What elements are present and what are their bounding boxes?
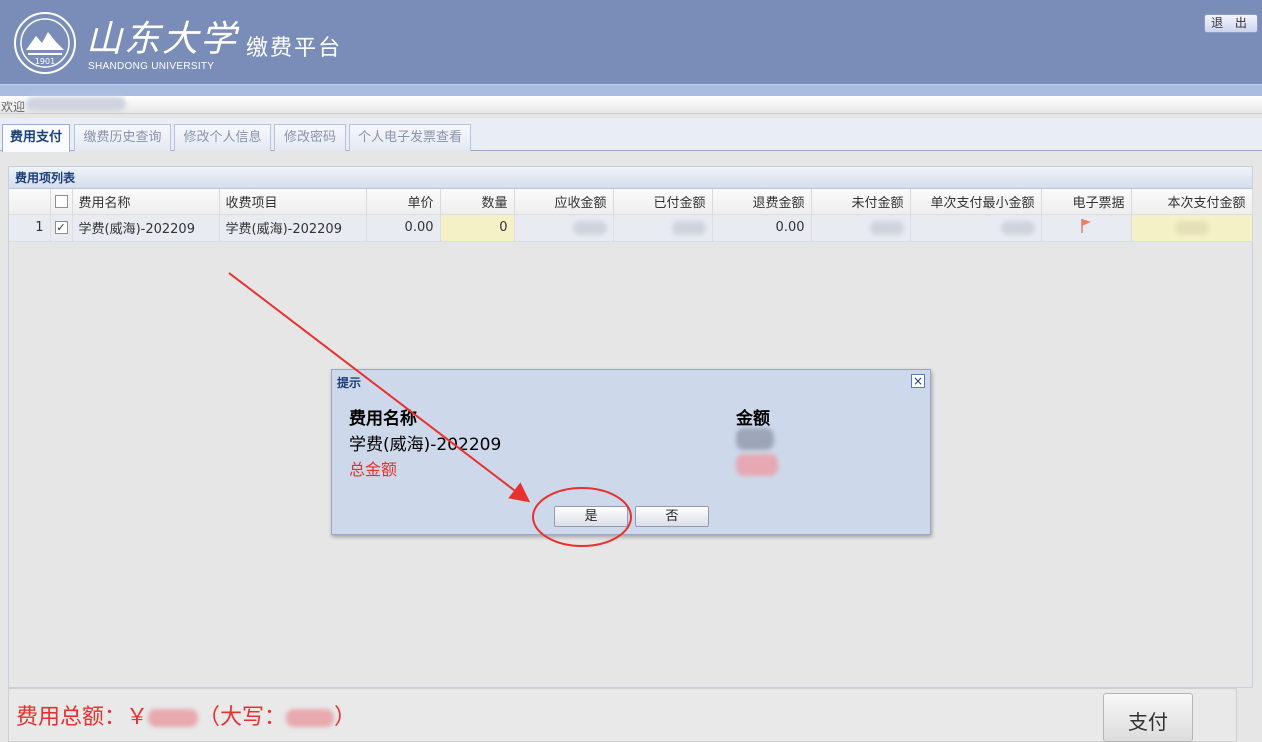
- redacted-item-amount: [736, 428, 774, 450]
- close-icon[interactable]: ×: [911, 374, 925, 388]
- select-all-checkbox[interactable]: [54, 194, 68, 208]
- header-charge-item[interactable]: 收费项目: [219, 189, 367, 215]
- redacted-value: [1000, 220, 1035, 235]
- total-footer: 费用总额：￥ （大写： ）: [8, 688, 1237, 742]
- tab-payment-history[interactable]: 缴费历史查询: [74, 124, 171, 151]
- cell-receivable: [514, 214, 614, 242]
- tab-e-invoice[interactable]: 个人电子发票查看: [349, 124, 471, 151]
- redacted-username: [26, 97, 126, 111]
- redacted-uppercase-total: [286, 709, 335, 727]
- dialog-col-amount: 金额: [736, 409, 770, 429]
- cell-quantity[interactable]: 0: [440, 214, 515, 242]
- header-row-number: [9, 189, 51, 215]
- total-prefix: 费用总额：￥: [16, 705, 149, 730]
- confirm-dialog: 提示 × 费用名称 金额 学费(威海)-202209 总金额 是 否: [331, 369, 931, 535]
- flag-icon[interactable]: [1079, 218, 1093, 234]
- tab-bar: 费用支付 缴费历史查询 修改个人信息 修改密码 个人电子发票查看: [0, 118, 1262, 152]
- cell-e-receipt[interactable]: [1041, 214, 1132, 242]
- tab-fee-payment[interactable]: 费用支付: [2, 124, 70, 152]
- header-paid[interactable]: 已付金额: [613, 189, 713, 215]
- pay-button[interactable]: 支付: [1103, 693, 1193, 742]
- dialog-title: 提示: [337, 376, 362, 390]
- brand-english-name: SHANDONG UNIVERSITY: [88, 61, 215, 72]
- uppercase-open: （大写：: [198, 705, 287, 730]
- brand-chinese-name: 山东大学: [86, 19, 239, 60]
- redacted-value: [1174, 220, 1209, 235]
- university-seal-logo: 1901: [14, 12, 76, 74]
- header-refund[interactable]: 退费金额: [712, 189, 812, 215]
- table-row[interactable]: 1 ✓ 学费(威海)-202209 学费(威海)-202209 0.00 0 0…: [9, 214, 1253, 242]
- dialog-item-name: 学费(威海)-202209: [349, 435, 502, 455]
- redacted-total-amount: [736, 454, 778, 476]
- cell-unpaid: [811, 214, 911, 242]
- tab-edit-profile[interactable]: 修改个人信息: [174, 124, 271, 151]
- welcome-bar: 欢迎: [0, 96, 1262, 114]
- header-this-payment[interactable]: 本次支付金额: [1131, 189, 1253, 215]
- welcome-label: 欢迎: [1, 100, 26, 114]
- header-quantity[interactable]: 数量: [440, 189, 515, 215]
- redacted-total: [148, 709, 199, 727]
- header-select-all[interactable]: [50, 189, 73, 215]
- cell-fee-name: 学费(威海)-202209: [72, 214, 220, 242]
- dialog-col-fee-name: 费用名称: [349, 409, 417, 429]
- header-min-payment[interactable]: 单次支付最小金额: [910, 189, 1042, 215]
- cell-min-payment: [910, 214, 1042, 242]
- cell-refund: 0.00: [712, 214, 812, 242]
- platform-title: 缴费平台: [246, 36, 343, 61]
- tab-change-password[interactable]: 修改密码: [274, 124, 346, 151]
- redacted-value: [869, 220, 904, 235]
- cell-paid: [613, 214, 713, 242]
- svg-text:1901: 1901: [35, 57, 55, 66]
- total-amount-text: 费用总额：￥ （大写： ）: [16, 699, 356, 731]
- row-select-cell[interactable]: ✓: [50, 214, 73, 242]
- header-divider: [0, 84, 1262, 96]
- cell-charge-item: 学费(威海)-202209: [219, 214, 367, 242]
- row-checkbox[interactable]: ✓: [54, 221, 68, 234]
- dialog-total-label: 总金额: [349, 460, 398, 479]
- redacted-value: [671, 220, 706, 235]
- confirm-no-button[interactable]: 否: [635, 506, 709, 527]
- table-header-row: 费用名称 收费项目 单价 数量 应收金额 已付金额 退费金额 未付金额 单次支付…: [9, 189, 1253, 215]
- cell-this-payment[interactable]: [1131, 214, 1253, 242]
- header-fee-name[interactable]: 费用名称: [72, 189, 220, 215]
- fee-items-table: 费用名称 收费项目 单价 数量 应收金额 已付金额 退费金额 未付金额 单次支付…: [9, 189, 1253, 242]
- confirm-yes-button[interactable]: 是: [554, 506, 628, 527]
- redacted-value: [572, 220, 607, 235]
- app-header: 1901 山东大学 SHANDONG UNIVERSITY 缴费平台 退 出: [0, 0, 1262, 84]
- logout-button[interactable]: 退 出: [1204, 14, 1258, 33]
- header-unit-price[interactable]: 单价: [366, 189, 441, 215]
- header-e-receipt[interactable]: 电子票据: [1041, 189, 1132, 215]
- cell-unit-price: 0.00: [366, 214, 441, 242]
- row-number: 1: [9, 214, 51, 242]
- panel-title: 费用项列表: [9, 167, 1252, 189]
- header-unpaid[interactable]: 未付金额: [811, 189, 911, 215]
- header-receivable[interactable]: 应收金额: [514, 189, 614, 215]
- uppercase-close: ）: [334, 705, 357, 730]
